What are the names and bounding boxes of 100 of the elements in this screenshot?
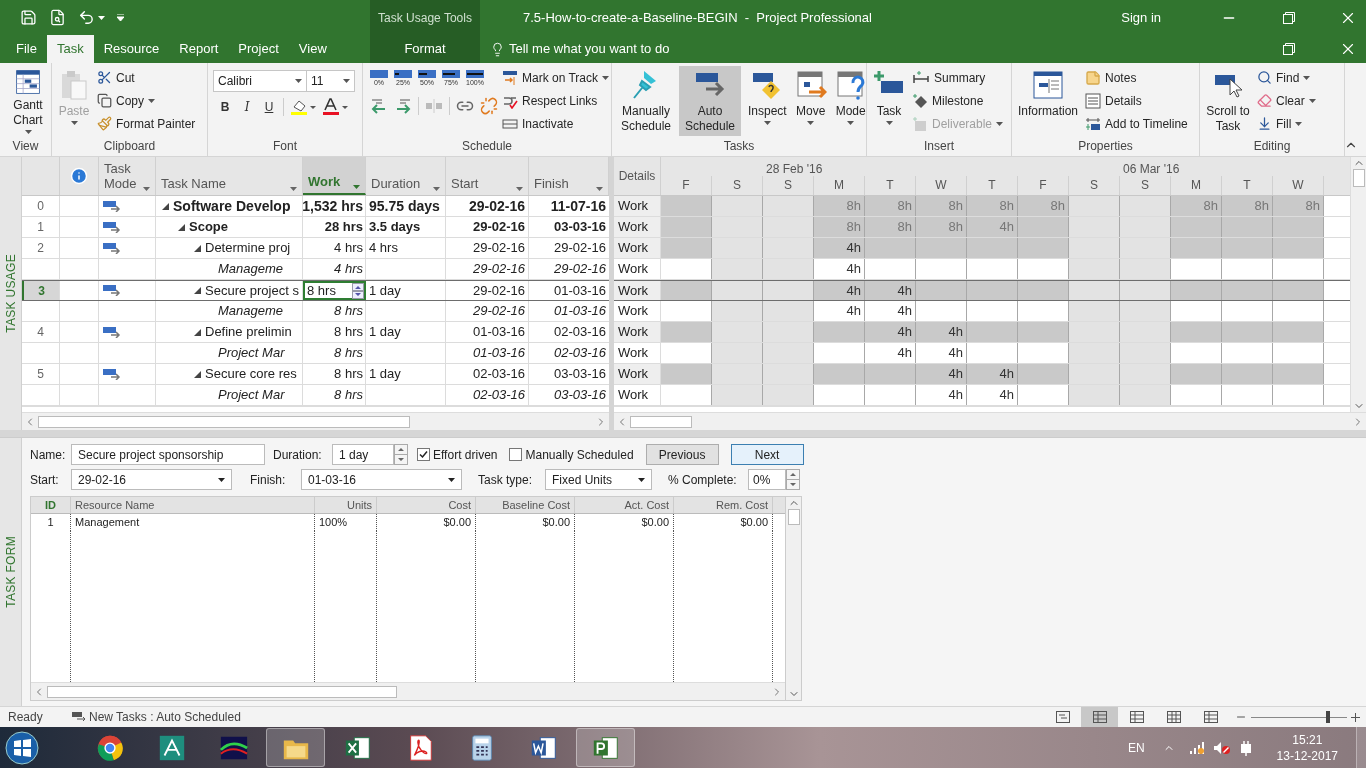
format-painter-button[interactable]: Format Painter — [95, 112, 198, 135]
form-button[interactable]: Previous — [645, 444, 719, 465]
zoom-in-icon[interactable] — [1351, 712, 1360, 722]
expand-triangle-icon[interactable] — [194, 370, 201, 378]
start-button[interactable] — [4, 729, 40, 766]
information-button[interactable]: Information — [1015, 66, 1082, 136]
ribbon-tab[interactable]: Project — [228, 35, 289, 63]
duration-field[interactable]: 1 day — [332, 444, 394, 465]
zoom-slider-thumb[interactable] — [1325, 711, 1330, 723]
ribbon-tab[interactable]: Task — [46, 35, 94, 63]
inspect-button[interactable]: Inspect — [745, 66, 790, 136]
start-date-dropdown[interactable]: 29-02-16 — [71, 469, 232, 490]
sign-in-link[interactable]: Sign in — [1121, 7, 1161, 28]
horizontal-scrollbar[interactable] — [31, 682, 785, 700]
ribbon-tab[interactable]: View — [288, 35, 337, 63]
bold-button[interactable]: B — [217, 98, 233, 116]
restore-icon[interactable] — [1283, 43, 1295, 55]
inactivate-button[interactable]: Inactivate — [500, 112, 612, 135]
copy-button[interactable]: Copy — [95, 89, 198, 112]
respect-links-button[interactable]: Respect Links — [500, 89, 612, 112]
table-row[interactable]: Project Mar 8 hrs 01-03-16 02-03-16 — [22, 343, 609, 364]
percent-complete-field[interactable]: 0% — [748, 469, 786, 490]
table-row[interactable]: Manageme 8 hrs 29-02-16 01-03-16 — [22, 301, 609, 322]
italic-button[interactable]: I — [239, 98, 255, 116]
taskbar-button[interactable] — [576, 728, 635, 767]
vertical-scrollbar[interactable] — [1350, 157, 1366, 412]
notes-button[interactable]: Notes — [1083, 66, 1190, 89]
fill-button[interactable]: Fill — [1255, 112, 1318, 135]
outdent-icon[interactable] — [370, 98, 388, 114]
tell-me-field[interactable]: Tell me what you want to do — [509, 39, 670, 59]
undo-icon[interactable] — [78, 9, 95, 26]
font-name-field[interactable]: Calibri — [213, 70, 307, 92]
expand-triangle-icon[interactable] — [162, 202, 169, 210]
spinner-icon[interactable] — [786, 469, 800, 490]
column-header[interactable]: Work — [303, 157, 366, 195]
power-plug-icon[interactable] — [1238, 739, 1253, 756]
work-input-field[interactable]: 8 hrs — [303, 281, 366, 300]
scrollbar-thumb[interactable] — [38, 415, 410, 428]
form-button[interactable]: Next — [730, 444, 804, 465]
indent-icon[interactable] — [394, 98, 412, 114]
spinner-icon[interactable] — [352, 282, 364, 299]
ribbon-tab[interactable]: Resource — [93, 35, 170, 63]
gantt-chart-button[interactable]: Gantt Chart — [3, 66, 53, 136]
checkbox[interactable] — [509, 448, 523, 461]
table-row[interactable]: 5 Secure core res 8 hrs 1 day 02-03-16 03-03-16 — [22, 364, 609, 385]
table-row[interactable]: 2 Determine proj 4 hrs 4 hrs 29-02-16 29-02-16 — [22, 238, 609, 259]
checkbox[interactable] — [417, 448, 430, 461]
column-header[interactable]: Start — [446, 157, 529, 195]
underline-button[interactable]: U — [261, 98, 277, 116]
task-type-dropdown[interactable]: Fixed Units — [545, 469, 652, 490]
ribbon-tab[interactable]: Report — [169, 35, 229, 63]
expand-triangle-icon[interactable] — [194, 287, 201, 294]
expand-triangle-icon[interactable] — [194, 244, 201, 252]
highlight-color-icon[interactable] — [290, 98, 316, 116]
horizontal-scrollbar[interactable] — [614, 412, 1366, 430]
spinner-icon[interactable] — [394, 444, 408, 465]
font-color-icon[interactable] — [322, 98, 348, 116]
table-row[interactable]: 4 Define prelimin 8 hrs 1 day 01-03-16 02-03-16 — [22, 322, 609, 343]
scrollbar-thumb[interactable] — [630, 415, 692, 428]
scrollbar-thumb[interactable] — [47, 685, 397, 698]
table-row[interactable]: Project Mar 8 hrs 02-03-16 03-03-16 — [22, 385, 609, 406]
clear-button[interactable]: Clear — [1255, 89, 1318, 112]
vertical-scrollbar[interactable] — [786, 496, 802, 701]
mode-button[interactable]: Mode — [831, 66, 870, 136]
find-button[interactable]: Find — [1255, 66, 1318, 89]
column-header[interactable]: Task Mode — [99, 157, 156, 195]
horizontal-scrollbar[interactable] — [22, 412, 609, 430]
table-row[interactable]: 1 Scope 28 hrs 3.5 days 29-02-16 03-03-16 — [22, 217, 609, 238]
view-shortcut-button[interactable] — [1081, 707, 1118, 727]
name-field[interactable]: Secure project sponsorship — [71, 444, 265, 465]
unlink-icon[interactable] — [480, 97, 498, 115]
finish-date-dropdown[interactable]: 01-03-16 — [301, 469, 462, 490]
table-row[interactable]: 0 Software Develop 1,532 hrs 95.75 days 29-02-16 11-07-16 — [22, 196, 609, 217]
milestone-button[interactable]: Milestone — [910, 89, 1006, 112]
details-button[interactable]: Details — [1083, 89, 1190, 112]
mark-on-track-button[interactable]: Mark on Track — [500, 66, 612, 89]
add-to-timeline-button[interactable]: Add to Timeline — [1083, 112, 1190, 135]
restore-icon[interactable] — [1283, 11, 1295, 24]
network-icon[interactable] — [1188, 740, 1205, 755]
auto-schedule-button[interactable]: Auto Schedule — [679, 66, 741, 136]
font-size-field[interactable]: 11 — [307, 70, 355, 92]
ribbon-tab[interactable]: File — [6, 35, 47, 63]
scrollbar-thumb[interactable] — [1352, 169, 1365, 187]
task-button[interactable]: Task — [870, 66, 908, 136]
move-button[interactable]: Move — [791, 66, 830, 136]
column-header[interactable]: Duration — [366, 157, 446, 195]
muted-speaker-icon[interactable] — [1212, 740, 1231, 755]
table-row[interactable]: Manageme 4 hrs 29-02-16 29-02-16 — [22, 259, 609, 280]
save-icon[interactable] — [20, 9, 37, 26]
table-row[interactable]: 3 Secure project s 8 hrs 1 day 29-02-16 01-03-16 — [22, 280, 609, 301]
scrollbar-thumb[interactable] — [787, 509, 800, 525]
summary-button[interactable]: Summary — [910, 66, 1006, 89]
print-preview-icon[interactable] — [49, 9, 66, 26]
expand-triangle-icon[interactable] — [178, 223, 185, 231]
expand-triangle-icon[interactable] — [194, 328, 201, 336]
scroll-to-task-button[interactable]: Scroll to Task — [1203, 66, 1253, 136]
cut-button[interactable]: Cut — [95, 66, 198, 89]
customize-toolbar-icon[interactable] — [117, 14, 124, 21]
ribbon-tab[interactable]: Format — [394, 35, 456, 63]
manually-schedule-button[interactable]: Manually Schedule — [615, 66, 677, 136]
